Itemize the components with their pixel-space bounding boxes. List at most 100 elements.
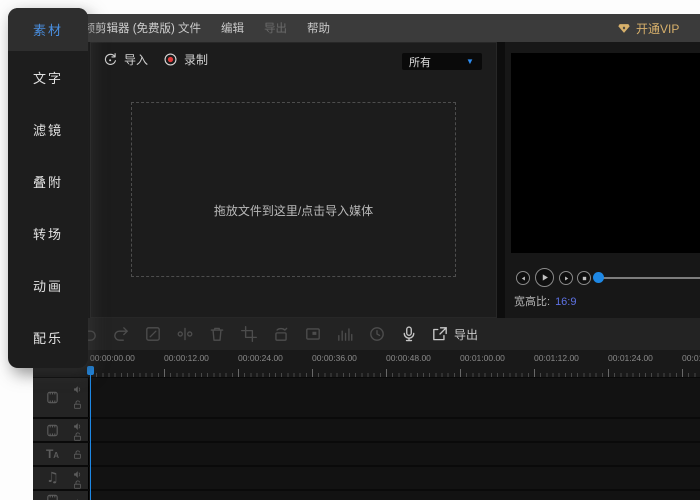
edit-toolbar: 导出 [33,318,700,350]
track-lane-music-track[interactable] [88,467,700,489]
media-dropzone[interactable]: 拖放文件到这里/点击导入媒体 [131,102,456,277]
split-icon [176,325,194,343]
import-button[interactable]: 导入 [103,51,148,68]
sidebar-item-text[interactable]: 文字 [8,51,88,103]
main-area: 导入 录制 所有 ▼ 拖放文件到这里/点击导入媒体 宽高比: 16:9 [33,42,700,318]
crop-button [239,325,258,344]
vip-icon [617,21,631,35]
seek-bar[interactable] [598,277,700,279]
edit-clip-button [143,325,162,344]
track-lane-video-track-2[interactable] [88,419,700,441]
edit-clip-icon [144,325,162,343]
track-lane-video-track-1[interactable] [88,378,700,417]
aspect-ratio: 宽高比: 16:9 [514,293,576,309]
ruler-major-tick [682,369,683,377]
aspect-ratio-label: 宽高比: [514,296,551,308]
ruler-major-tick [460,369,461,377]
menu-export: 导出 [264,23,287,35]
track-video-track-1 [33,378,700,417]
music-icon: ♫ [46,470,59,486]
lock-icon[interactable] [72,431,83,441]
speaker-icon[interactable] [72,384,83,395]
media-library-panel: 导入 录制 所有 ▼ 拖放文件到这里/点击导入媒体 [90,42,497,318]
dropzone-text: 拖放文件到这里/点击导入媒体 [213,204,374,218]
sidebar-item-music[interactable]: 配乐 [8,311,88,363]
ruler-major-tick [238,369,239,377]
track-header-video-track-1[interactable] [33,378,88,417]
ruler-label: 00:01:36.00 [682,353,700,363]
microphone-icon [400,325,418,343]
vip-label: 开通VIP [636,21,680,36]
menu-help[interactable]: 帮助 [307,20,330,36]
text-icon: TA [45,447,60,461]
lock-icon[interactable] [72,449,83,460]
next-frame-icon [562,274,571,283]
sidebar-item-media[interactable]: 素材 [8,8,88,51]
film-icon [45,493,60,500]
ruler-label: 00:00:00.00 [90,353,135,363]
caret-icon: ▼ [466,56,474,66]
lock-icon[interactable] [72,479,83,489]
app-window: 视频剪辑器 (免费版) 文件编辑导出帮助 开通VIP 导入 录制 所有 ▼ [33,14,700,500]
sidebar-item-animation[interactable]: 动画 [8,259,88,311]
stop-button[interactable] [577,271,591,285]
waveform-button [335,325,354,344]
ruler-major-tick [608,369,609,377]
menu-bar: 视频剪辑器 (免费版) 文件 编辑 导出 帮助 开通VIP [33,14,700,42]
redo-icon [112,325,130,343]
prev-frame-icon [519,274,528,283]
vip-button[interactable]: 开通VIP [617,20,679,37]
track-text-track: TA [33,443,700,465]
play-button[interactable] [535,268,554,287]
duration-button [367,325,386,344]
record-button[interactable]: 录制 [163,51,208,68]
microphone-button[interactable] [399,325,418,344]
ruler-major-tick [312,369,313,377]
sidebar-item-overlays[interactable]: 叠附 [8,155,88,207]
timeline: 00:00:00.00 00:00:12.00 00:00:24.00 00:00:3… [33,350,700,500]
snapshot-button [303,325,322,344]
ruler-label: 00:01:00.00 [460,353,505,363]
playhead[interactable] [87,366,94,500]
ruler-label: 00:00:12.00 [164,353,209,363]
media-filter-select[interactable]: 所有 ▼ [402,53,482,70]
media-filter-value: 所有 [409,56,431,69]
next-frame-button[interactable] [559,271,573,285]
timeline-ruler[interactable]: 00:00:00.00 00:00:12.00 00:00:24.00 00:00:3… [88,350,700,377]
sidebar-flyout: 素材 文字 滤镜 叠附 转场 动画 配乐 [8,8,88,368]
track-lane-text-track[interactable] [88,443,700,465]
snapshot-icon [304,325,322,343]
track-header-video-track-2[interactable] [33,419,88,441]
sidebar-item-filters[interactable]: 滤镜 [8,103,88,155]
preview-panel: 宽高比: 16:9 [505,42,700,318]
track-header-overlay-track[interactable] [33,491,88,500]
playback-controls [505,268,700,288]
playhead-handle[interactable] [87,366,94,375]
ruler-label: 00:01:12.00 [534,353,579,363]
import-icon [103,52,118,67]
ruler-major-tick [386,369,387,377]
seek-handle[interactable] [593,272,604,283]
export-button[interactable]: 导出 [431,325,478,343]
sidebar-item-transitions[interactable]: 转场 [8,207,88,259]
export-label: 导出 [454,327,479,342]
menu-edit[interactable]: 编辑 [221,20,244,36]
ruler-label: 00:00:48.00 [386,353,431,363]
track-lane-overlay-track[interactable] [88,491,700,500]
stop-icon [580,274,589,283]
menu-file[interactable]: 文件 [178,20,201,36]
track-header-text-track[interactable]: TA [33,443,88,465]
previous-frame-button[interactable] [516,271,530,285]
export-icon [431,325,449,343]
record-label: 录制 [184,53,209,67]
lock-icon[interactable] [72,399,83,410]
crop-icon [240,325,258,343]
delete-icon [208,325,226,343]
duration-icon [368,325,386,343]
ruler-major-tick [534,369,535,377]
film-icon [45,390,60,405]
aspect-ratio-value[interactable]: 16:9 [555,296,576,308]
desktop-background: 视频剪辑器 (免费版) 文件编辑导出帮助 开通VIP 导入 录制 所有 ▼ [0,0,700,500]
track-header-music-track[interactable]: ♫ [33,467,88,489]
track-video-track-2 [33,419,700,441]
